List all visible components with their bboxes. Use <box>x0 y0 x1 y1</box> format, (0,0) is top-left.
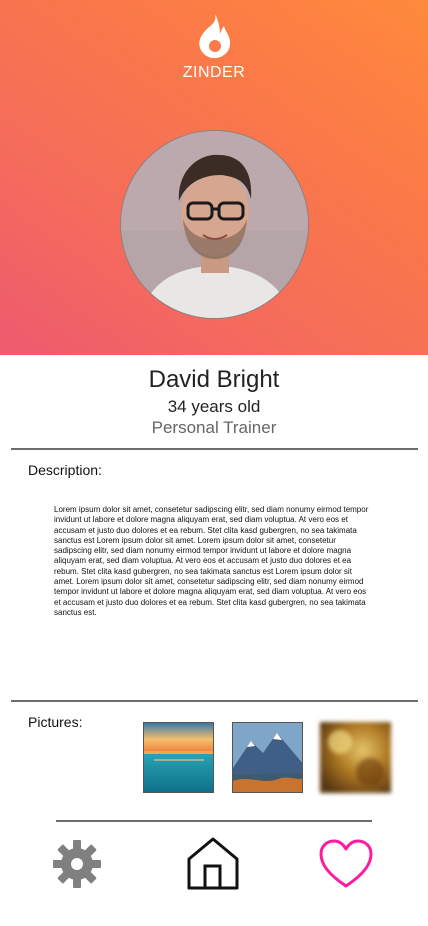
app-logo: ZINDER <box>0 12 428 82</box>
pictures-heading: Pictures: <box>28 714 83 730</box>
profile-occupation: Personal Trainer <box>151 418 277 437</box>
app-name: ZINDER <box>182 64 246 81</box>
profile-name: David Bright <box>148 366 280 393</box>
profile-age: 34 years old <box>167 397 261 416</box>
flame-icon <box>199 14 231 59</box>
divider <box>56 820 372 822</box>
picture-thumbnail-blurred[interactable] <box>320 722 391 793</box>
home-icon[interactable] <box>184 836 240 892</box>
gear-icon[interactable] <box>50 836 106 892</box>
description-text: Lorem ipsum dolor sit amet, consetetur s… <box>54 505 369 617</box>
heart-icon[interactable] <box>318 836 374 892</box>
avatar[interactable] <box>120 130 309 319</box>
divider <box>11 448 418 450</box>
profile-header: ZINDER <box>0 0 428 355</box>
picture-thumbnail-mountain[interactable] <box>232 722 303 793</box>
picture-thumbnail-sunset[interactable] <box>143 722 214 793</box>
divider <box>11 700 418 702</box>
description-heading: Description: <box>28 462 102 478</box>
